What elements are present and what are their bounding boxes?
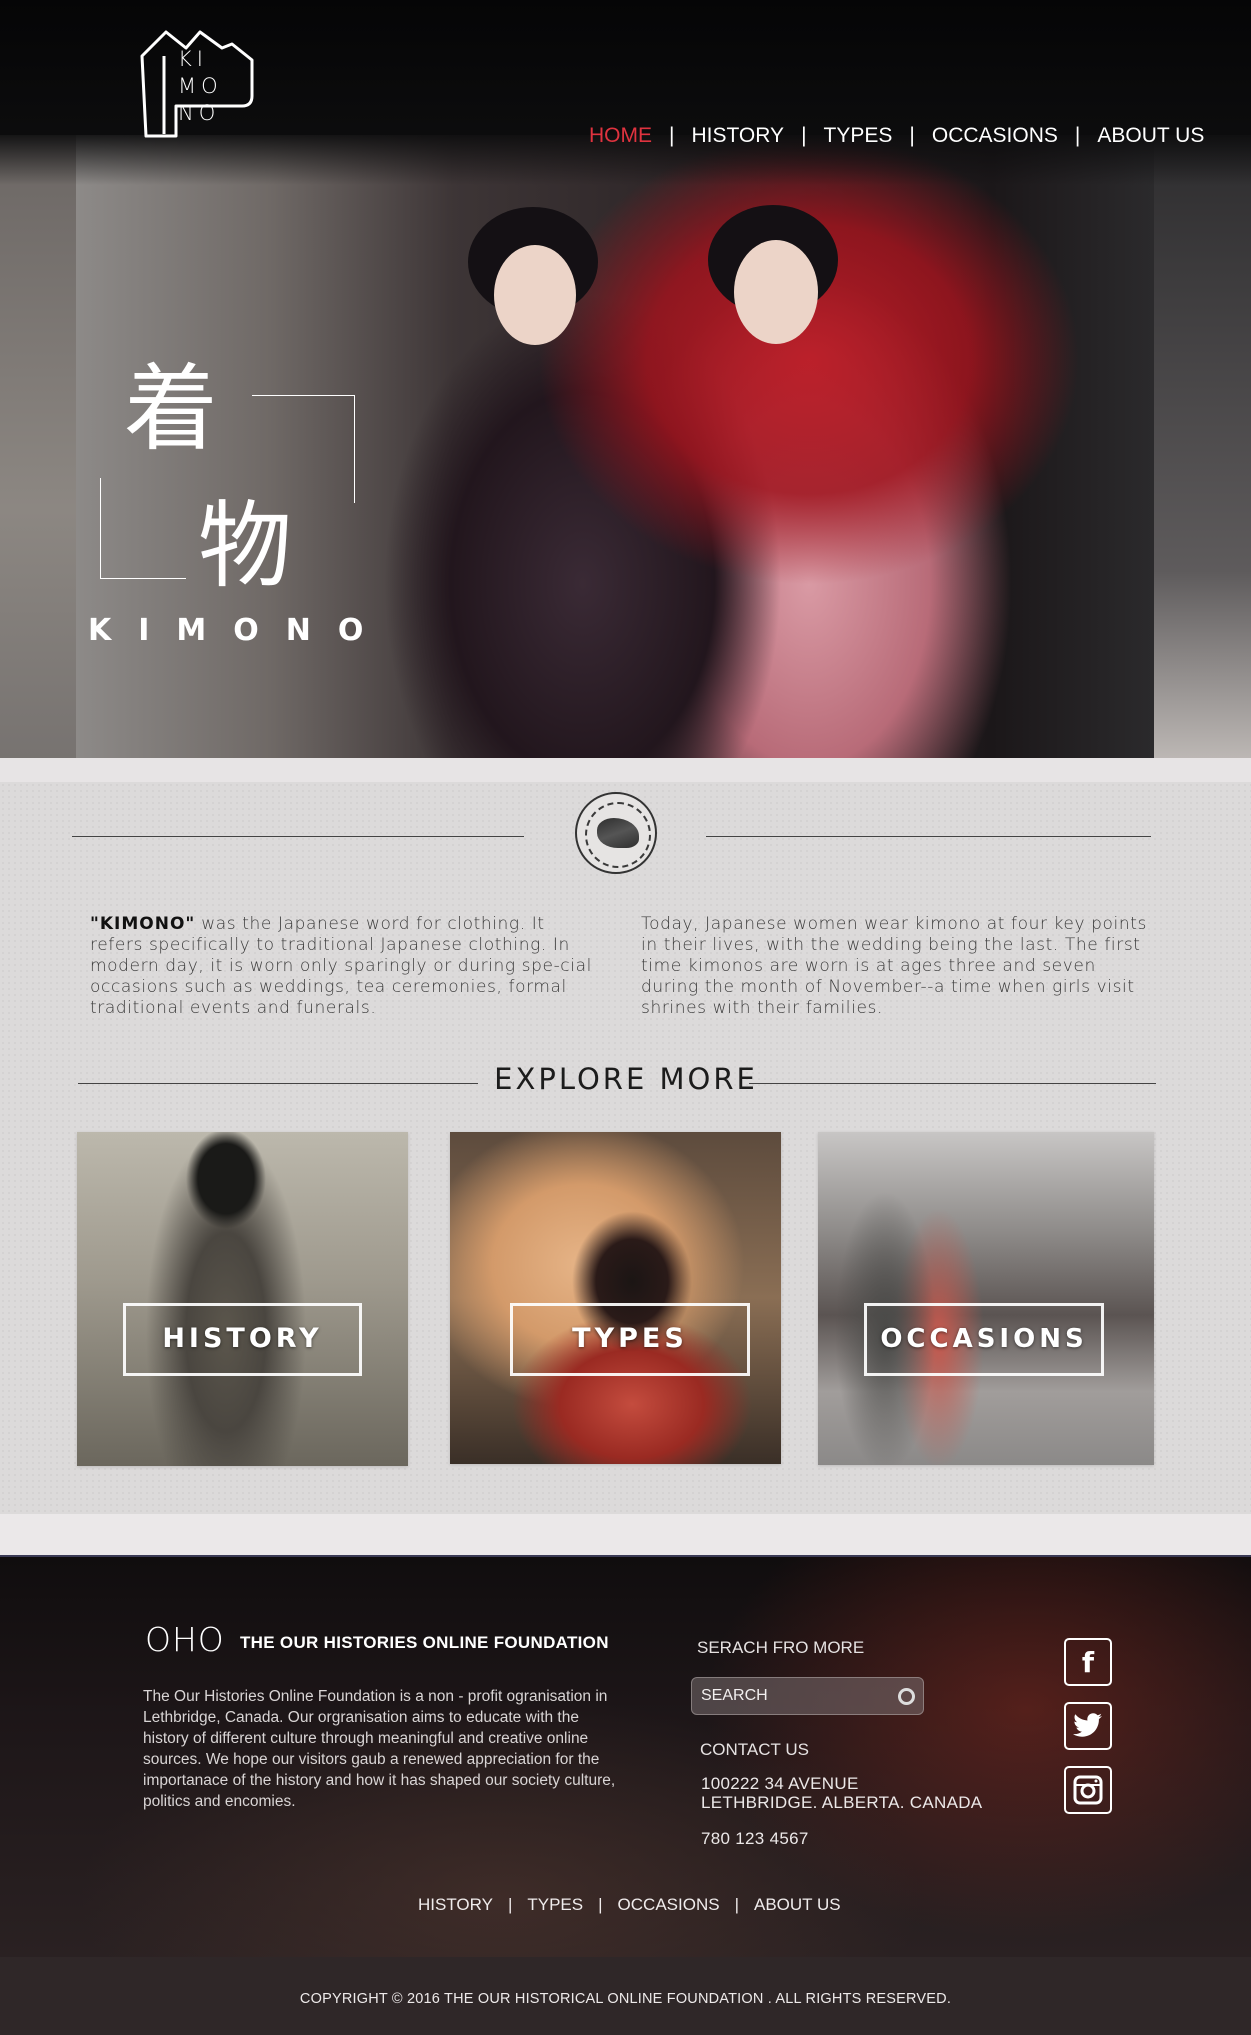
hero-street-left (0, 135, 76, 758)
instagram-camera-icon (1073, 1775, 1103, 1805)
explore-line-right (749, 1083, 1156, 1084)
explore-card-history[interactable]: HISTORY (77, 1132, 408, 1466)
footer-oho-logo: OHO (145, 1620, 225, 1659)
footer-nav-types[interactable]: TYPES (527, 1895, 583, 1915)
explore-line-left (78, 1083, 478, 1084)
nav-history[interactable]: HISTORY (689, 124, 786, 148)
section-divider-band (0, 758, 1251, 782)
hero-kanji-mono: 物 (198, 492, 293, 601)
card-label-history[interactable]: HISTORY (123, 1303, 362, 1376)
nav-about-us[interactable]: ABOUT US (1095, 124, 1206, 148)
logo-line-1: KI (178, 47, 208, 71)
nav-types[interactable]: TYPES (822, 124, 895, 148)
section-divider-band (0, 1514, 1251, 1555)
hero-street-right (1154, 135, 1251, 758)
nav-occasions[interactable]: OCCASIONS (930, 124, 1060, 148)
twitter-bird-icon (1073, 1713, 1102, 1737)
footer-nav-separator: | (507, 1895, 513, 1914)
main-nav: HOME | HISTORY | TYPES | OCCASIONS | ABO… (587, 124, 1206, 148)
nav-separator: | (909, 124, 915, 147)
intro-paragraph-left: "KIMONO" was the Japanese word for cloth… (90, 914, 600, 1019)
footer-nav-history[interactable]: HISTORY (418, 1895, 493, 1915)
intro-paragraph-right: Today, Japanese women wear kimono at fou… (641, 914, 1147, 1018)
nav-separator: | (669, 124, 675, 147)
site-logo[interactable]: KI MO NO (136, 26, 260, 138)
contact-heading: CONTACT US (700, 1740, 809, 1759)
explore-card-occasions[interactable]: OCCASIONS (818, 1132, 1154, 1465)
logo-line-2: MO (178, 74, 223, 98)
phone-number: 780 123 4567 (701, 1829, 809, 1848)
footer-nav: HISTORY | TYPES | OCCASIONS | ABOUT US (418, 1895, 841, 1915)
address-line-2: LETHBRIDGE. ALBERTA. CANADA (701, 1793, 983, 1812)
nav-separator: | (1074, 124, 1081, 147)
search-input[interactable] (701, 1687, 881, 1705)
footer-org-name: THE OUR HISTORIES ONLINE FOUNDATION (240, 1633, 609, 1652)
copyright-text: COPYRIGHT © 2016 THE OUR HISTORICAL ONLI… (299, 1991, 952, 2007)
card-label-occasions[interactable]: OCCASIONS (864, 1303, 1104, 1376)
crest-emblem-icon (575, 792, 657, 874)
search-field[interactable] (691, 1677, 924, 1715)
divider-line-right (706, 836, 1151, 837)
instagram-icon[interactable] (1064, 1766, 1112, 1814)
footer-nav-separator: | (598, 1895, 603, 1914)
twitter-icon[interactable] (1064, 1702, 1112, 1750)
hero-title: KIMONO (88, 613, 391, 648)
nav-separator: | (801, 124, 807, 147)
hero-photo (76, 135, 1154, 758)
address-line-1: 100222 34 AVENUE (701, 1774, 859, 1793)
nav-home[interactable]: HOME (587, 124, 654, 148)
card-label-types[interactable]: TYPES (510, 1303, 750, 1376)
divider-line-left (72, 836, 524, 837)
footer-nav-occasions[interactable]: OCCASIONS (618, 1895, 720, 1915)
footer-nav-about-us[interactable]: ABOUT US (754, 1895, 841, 1915)
explore-card-types[interactable]: TYPES (450, 1132, 781, 1464)
intro-keyword: "KIMONO" (90, 914, 196, 934)
hero-frame-line (100, 478, 186, 579)
search-icon[interactable] (898, 1688, 915, 1705)
explore-heading: EXPLORE MORE (494, 1062, 758, 1096)
facebook-icon[interactable]: f (1064, 1638, 1112, 1686)
search-heading: SERACH FRO MORE (697, 1638, 865, 1657)
logo-line-3: NO (178, 101, 221, 125)
hero-kanji-ki: 着 (124, 355, 219, 464)
logo-text: KI MO NO (178, 46, 248, 127)
footer-nav-separator: | (734, 1895, 739, 1914)
footer-about-text: The Our Histories Online Foundation is a… (143, 1688, 616, 1810)
